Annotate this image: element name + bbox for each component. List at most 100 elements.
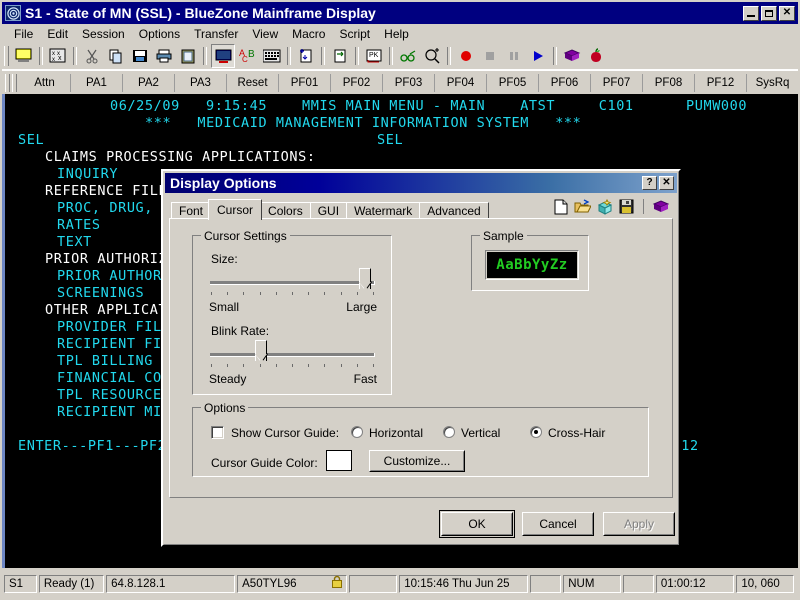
toolbar-separator [355,47,359,65]
help-book-icon[interactable] [561,45,583,67]
size-max-label: Large [346,300,377,314]
terminal-text: SEL [377,132,403,149]
customize-button[interactable]: Customize... [369,450,465,472]
pause-macro-icon[interactable] [503,45,525,67]
sample-preview: AaBbYyZz [487,252,577,278]
open-folder-icon[interactable] [574,198,591,215]
terminal-text: SEL [18,132,44,149]
toolbar-separator [447,47,451,65]
terminal-text: RATES [57,217,101,234]
about-apple-icon[interactable] [585,45,607,67]
window-controls: ✕ [743,6,795,21]
size-slider-thumb[interactable] [359,268,371,289]
display-options-icon[interactable] [211,44,235,68]
dialog-close-button[interactable]: ✕ [659,176,674,190]
pf-key-pf04[interactable]: PF04 [435,74,487,92]
blink-slider-track[interactable] [210,353,375,357]
toolbar-grip[interactable] [4,46,9,66]
trace-icon[interactable] [397,45,419,67]
size-slider-ticks [211,292,374,295]
menu-view[interactable]: View [245,26,285,42]
terminal-text: INQUIRY [57,166,118,183]
pf-key-pf05[interactable]: PF05 [487,74,539,92]
apply-button-label: Apply [624,517,654,531]
help-book-icon[interactable] [652,198,669,215]
menu-session[interactable]: Session [75,26,132,42]
pf-key-pf08[interactable]: PF08 [643,74,695,92]
paste-special-icon[interactable] [129,45,151,67]
paste-icon[interactable] [177,45,199,67]
ok-button[interactable]: OK [441,512,513,536]
guide-color-swatch[interactable] [326,450,352,471]
print-icon[interactable] [153,45,175,67]
cancel-button[interactable]: Cancel [522,512,594,536]
pfbar-grip[interactable] [5,74,10,92]
guide-color-label: Cursor Guide Color: [211,456,318,470]
blink-max-label: Fast [354,372,377,386]
dialog-title: Display Options [170,175,642,191]
pf-key-pf03[interactable]: PF03 [383,74,435,92]
stop-macro-icon[interactable] [479,45,501,67]
menu-script[interactable]: Script [332,26,377,42]
guide-style-crosshair-radio[interactable] [530,426,542,438]
menu-file[interactable]: File [7,26,40,42]
guide-style-vertical-radio[interactable] [443,426,455,438]
options-label: Options [201,401,248,415]
new-document-icon[interactable] [552,198,569,215]
keyboard-map-icon[interactable]: ACB [237,45,259,67]
blink-slider-thumb[interactable] [255,340,267,361]
toolbar-separator [39,47,43,65]
secure-lock-icon [332,575,342,594]
keypad-icon[interactable] [261,45,283,67]
zoom-icon[interactable] [421,45,443,67]
pf-key-pf06[interactable]: PF06 [539,74,591,92]
import-settings-icon[interactable] [596,198,613,215]
dialog-toolbar-separator [643,199,644,214]
status-num-lock: NUM [563,575,621,593]
size-slider-track[interactable] [210,281,375,285]
terminal-text: CLAIMS PROCESSING APPLICATIONS: [45,149,316,166]
main-toolbar: xxxx ACB [2,43,798,70]
pf-key-sysrq[interactable]: SysRq [747,74,798,92]
save-disk-icon[interactable] [618,198,635,215]
new-session-icon[interactable] [13,45,35,67]
size-min-label: Small [209,300,239,314]
svg-text:PK: PK [369,52,379,59]
session-properties-icon[interactable]: xxxx [47,45,69,67]
new-file-transfer-icon[interactable] [295,45,317,67]
terminal-text: PROVIDER FILE [57,319,170,336]
menu-edit[interactable]: Edit [40,26,75,42]
terminal-text: 06/25/09 9:15:45 MMIS MAIN MENU - MAIN A… [110,98,747,115]
menu-help[interactable]: Help [377,26,416,42]
tab-cursor[interactable]: Cursor [208,199,262,220]
pf-key-pa2[interactable]: PA2 [123,74,175,92]
menu-options[interactable]: Options [132,26,187,42]
copy-icon[interactable] [105,45,127,67]
file-transfer-icon[interactable] [329,45,351,67]
pf-key-pf12[interactable]: PF12 [695,74,747,92]
pf-key-pf01[interactable]: PF01 [279,74,331,92]
guide-style-horizontal-radio[interactable] [351,426,363,438]
blink-min-label: Steady [209,372,246,386]
cut-icon[interactable] [81,45,103,67]
pf-key-pf02[interactable]: PF02 [331,74,383,92]
dialog-help-button[interactable]: ? [642,176,657,190]
maximize-button[interactable] [761,6,777,21]
guide-style-horizontal-label: Horizontal [369,426,423,440]
pfbar-grip-2[interactable] [12,74,17,92]
close-button[interactable]: ✕ [779,6,795,21]
minimize-button[interactable] [743,6,759,21]
menu-transfer[interactable]: Transfer [187,26,245,42]
window-titlebar: S1 - State of MN (SSL) - BlueZone Mainfr… [2,2,798,24]
pf-key-attn[interactable]: Attn [19,74,71,92]
pf-key-pa1[interactable]: PA1 [71,74,123,92]
menu-macro[interactable]: Macro [285,26,332,42]
terminal-text: TPL BILLING [57,353,153,370]
play-macro-icon[interactable] [527,45,549,67]
show-cursor-guide-checkbox[interactable] [211,426,224,439]
record-macro-icon[interactable] [455,45,477,67]
pf-key-reset[interactable]: Reset [227,74,279,92]
pf-keys-icon[interactable]: PK [363,45,385,67]
pf-key-pa3[interactable]: PA3 [175,74,227,92]
pf-key-pf07[interactable]: PF07 [591,74,643,92]
